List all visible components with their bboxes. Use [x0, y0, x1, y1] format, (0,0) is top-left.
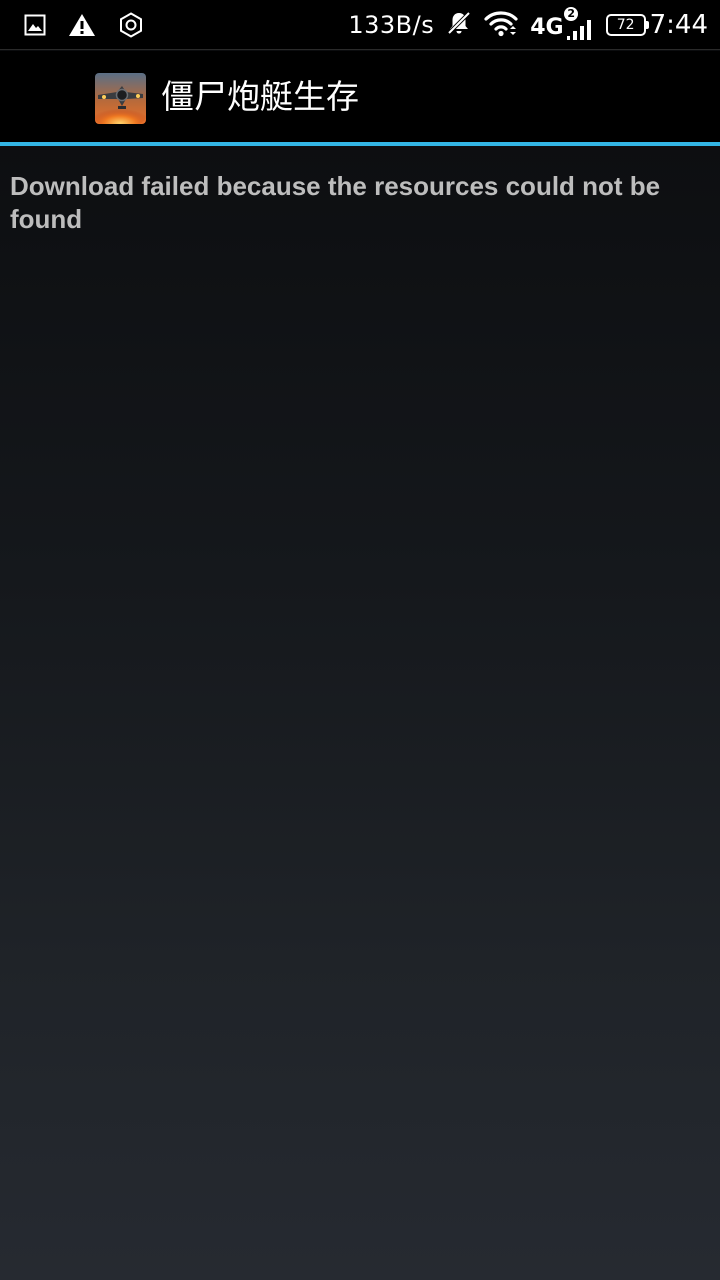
app-title: 僵尸炮艇生存	[161, 77, 359, 116]
error-message: Download failed because the resources co…	[10, 171, 661, 234]
action-bar: 僵尸炮艇生存	[0, 51, 720, 142]
hexagon-settings-icon	[118, 12, 144, 38]
clock: 7:44	[649, 10, 708, 40]
image-icon	[24, 14, 46, 36]
battery-icon: 72	[605, 14, 649, 36]
cell-signal-icon: 4G 2	[530, 7, 593, 41]
notification-icons	[24, 0, 144, 50]
wifi-icon	[484, 9, 518, 42]
battery-level: 72	[616, 17, 635, 33]
status-bar: 133B/s 4G 2 72 7:44	[0, 0, 720, 50]
system-status: 133B/s 4G 2 72 7:44	[348, 0, 708, 50]
network-type: 4G	[530, 15, 564, 40]
game-airplane-icon[interactable]	[95, 73, 146, 124]
mute-bell-icon	[446, 10, 472, 41]
title-divider	[0, 142, 720, 146]
warning-icon	[68, 13, 96, 37]
net-speed: 133B/s	[348, 11, 435, 39]
signal-bars-icon	[566, 20, 591, 40]
